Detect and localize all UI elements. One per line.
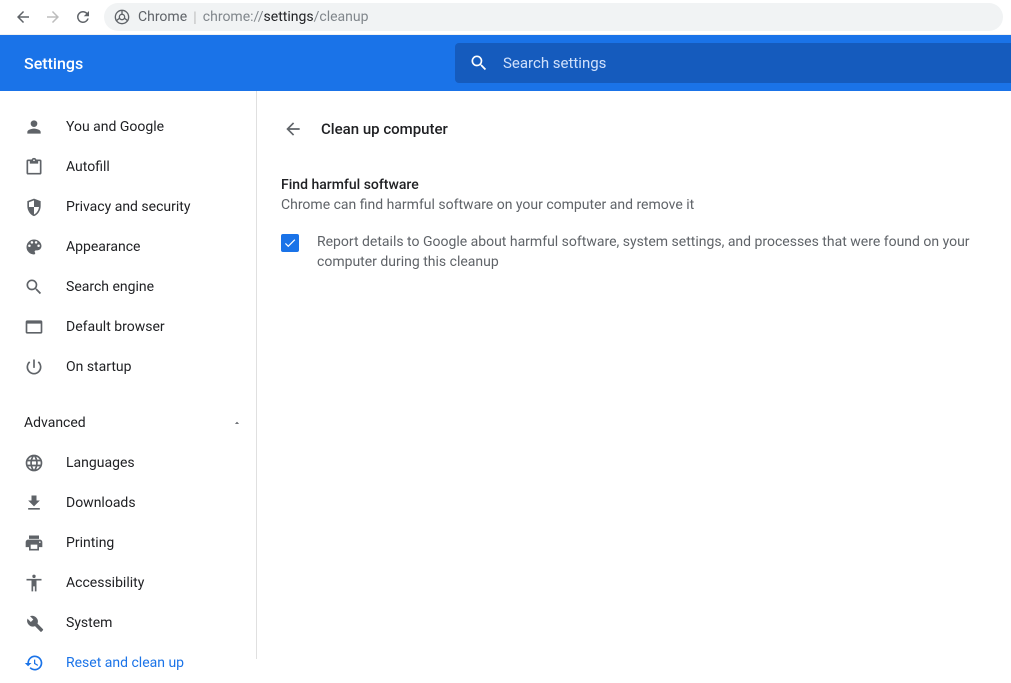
sidebar-item-label: On startup	[66, 359, 132, 375]
separator: |	[193, 8, 197, 26]
section-subtitle: Chrome can find harmful software on your…	[281, 197, 987, 213]
accessibility-icon	[24, 573, 44, 593]
browser-icon	[24, 317, 44, 337]
search-icon	[24, 277, 44, 297]
nav-forward-button[interactable]	[38, 2, 68, 32]
sidebar-item-label: Printing	[66, 535, 114, 551]
search-icon	[469, 53, 489, 73]
sidebar-item-label: Search engine	[66, 279, 154, 295]
sidebar-item-label: Accessibility	[66, 575, 144, 591]
reload-icon	[74, 8, 92, 26]
wrench-icon	[24, 613, 44, 633]
restore-icon	[24, 653, 44, 673]
nav-back-button[interactable]	[8, 2, 38, 32]
search-container	[455, 43, 1011, 83]
origin-label: Chrome	[138, 9, 187, 25]
sidebar-item-label: Default browser	[66, 319, 165, 335]
sidebar-item-label: Privacy and security	[66, 199, 190, 215]
url-main: settings	[264, 9, 314, 25]
power-icon	[24, 357, 44, 377]
arrow-left-icon	[14, 8, 32, 26]
sidebar-item-label: Reset and clean up	[66, 655, 184, 671]
browser-toolbar: Chrome | chrome://settings/cleanup	[0, 0, 1011, 35]
arrow-right-icon	[44, 8, 62, 26]
arrow-left-icon	[283, 119, 303, 139]
address-bar[interactable]: Chrome | chrome://settings/cleanup	[104, 3, 1003, 31]
settings-title: Settings	[0, 54, 455, 73]
settings-header: Settings	[0, 35, 1011, 91]
url-tail: /cleanup	[314, 9, 369, 25]
sidebar-item-label: Languages	[66, 455, 135, 471]
print-icon	[24, 533, 44, 553]
section-title: Find harmful software	[281, 177, 987, 193]
page-back-button[interactable]	[281, 117, 305, 141]
sidebar-advanced-header[interactable]: Advanced	[0, 403, 256, 443]
chevron-up-icon	[232, 418, 242, 428]
check-icon	[283, 236, 297, 250]
page-header: Clean up computer	[281, 113, 987, 145]
sidebar-item-system[interactable]: System	[0, 603, 256, 643]
url-prefix: chrome://	[203, 9, 264, 25]
sidebar-item-languages[interactable]: Languages	[0, 443, 256, 483]
page-title: Clean up computer	[321, 120, 448, 138]
palette-icon	[24, 237, 44, 257]
sidebar-item-label: Downloads	[66, 495, 136, 511]
settings-body: You and Google Autofill Privacy and secu…	[0, 91, 1011, 659]
sidebar-item-label: Autofill	[66, 159, 110, 175]
shield-icon	[24, 197, 44, 217]
sidebar-item-autofill[interactable]: Autofill	[0, 147, 256, 187]
chrome-icon	[114, 9, 130, 25]
sidebar-item-label: You and Google	[66, 119, 164, 135]
sidebar-item-accessibility[interactable]: Accessibility	[0, 563, 256, 603]
download-icon	[24, 493, 44, 513]
sidebar-item-default-browser[interactable]: Default browser	[0, 307, 256, 347]
sidebar-item-downloads[interactable]: Downloads	[0, 483, 256, 523]
sidebar-item-you-and-google[interactable]: You and Google	[0, 107, 256, 147]
report-details-label: Report details to Google about harmful s…	[317, 233, 987, 272]
person-icon	[24, 117, 44, 137]
sidebar-item-on-startup[interactable]: On startup	[0, 347, 256, 387]
sidebar-item-appearance[interactable]: Appearance	[0, 227, 256, 267]
search-settings-box[interactable]	[455, 43, 1011, 83]
globe-icon	[24, 453, 44, 473]
sidebar-item-printing[interactable]: Printing	[0, 523, 256, 563]
sidebar-item-label: System	[66, 615, 112, 631]
sidebar-item-reset-cleanup[interactable]: Reset and clean up	[0, 643, 256, 683]
clipboard-icon	[24, 157, 44, 177]
sidebar-item-privacy[interactable]: Privacy and security	[0, 187, 256, 227]
sidebar-item-search-engine[interactable]: Search engine	[0, 267, 256, 307]
search-settings-input[interactable]	[503, 54, 997, 72]
report-details-checkbox[interactable]	[281, 234, 299, 252]
advanced-label: Advanced	[24, 415, 86, 431]
settings-main: Clean up computer Find harmful software …	[256, 91, 1011, 659]
nav-reload-button[interactable]	[68, 2, 98, 32]
sidebar-item-label: Appearance	[66, 239, 140, 255]
report-details-checkbox-row: Report details to Google about harmful s…	[281, 233, 987, 272]
settings-sidebar: You and Google Autofill Privacy and secu…	[0, 91, 256, 659]
